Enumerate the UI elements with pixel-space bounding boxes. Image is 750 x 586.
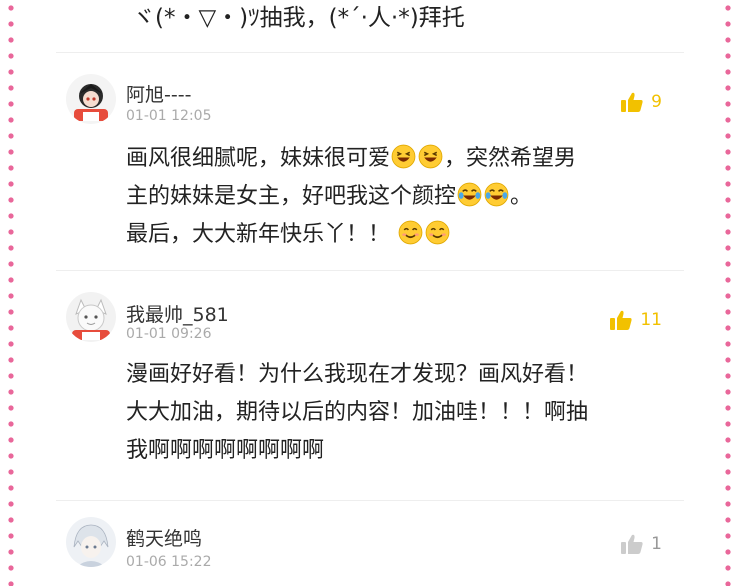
divider (56, 270, 684, 271)
username[interactable]: 阿旭---- (126, 80, 191, 107)
divider (56, 500, 684, 501)
comment-line: 我啊啊啊啊啊啊啊啊 (126, 438, 325, 463)
comment-text: 画风很细腻呢，妹妹很可爱 (126, 146, 391, 171)
smiling-emoji-icon (398, 220, 423, 245)
timestamp: 01-06 15:22 (126, 554, 212, 570)
laughing-emoji-icon (418, 144, 443, 169)
username[interactable]: 鹤天绝鸣 (126, 524, 202, 551)
comment-text: ，突然希望男 (444, 146, 577, 171)
comment-line: 最后，大大新年快乐丫！！ (126, 216, 656, 254)
username[interactable]: 我最帅_581 (126, 300, 229, 327)
comment-text: 。 (510, 184, 533, 209)
left-dotted-border (7, 0, 15, 586)
timestamp: 01-01 09:26 (126, 326, 212, 342)
like-count: 1 (651, 534, 662, 554)
comment-text: 最后，大大新年快乐丫！！ (126, 222, 391, 247)
previous-comment-text: ヾ(*・▽・)ﾂ抽我，(*´·人·*)拜托 (132, 5, 465, 31)
avatar[interactable] (66, 292, 116, 342)
comment-list: ヾ(*・▽・)ﾂ抽我，(*´·人·*)拜托 阿旭---- 01-01 12:05… (46, 0, 684, 586)
comment-text: 主的妹妹是女主，好吧我这个颜控 (126, 184, 457, 209)
thumbs-up-icon (621, 534, 643, 554)
comment-line: 画风很细腻呢，妹妹很可爱 ，突然希望男 (126, 140, 656, 178)
divider (56, 52, 684, 53)
like-button[interactable]: 1 (621, 534, 662, 554)
comment-line: 主的妹妹是女主，好吧我这个颜控 。 (126, 178, 656, 216)
avatar[interactable] (66, 74, 116, 124)
thumbs-up-icon (610, 310, 632, 330)
smiling-emoji-icon (425, 220, 450, 245)
thumbs-up-icon (621, 92, 643, 112)
like-button[interactable]: 11 (610, 310, 662, 330)
like-button[interactable]: 9 (621, 92, 662, 112)
comment-body: 漫画好好看！为什么我现在才发现？画风好看！ 大大加油，期待以后的内容！加油哇！！… (126, 356, 656, 470)
tears-of-joy-emoji-icon (457, 182, 482, 207)
like-count: 9 (651, 92, 662, 112)
comment-line: 大大加油，期待以后的内容！加油哇！！！啊抽 (126, 400, 589, 425)
tears-of-joy-emoji-icon (484, 182, 509, 207)
timestamp: 01-01 12:05 (126, 108, 212, 124)
comment-line: 漫画好好看！为什么我现在才发现？画风好看！ (126, 362, 589, 387)
right-dotted-border (724, 0, 732, 586)
comment-body: 画风很细腻呢，妹妹很可爱 ，突然希望男 主的妹妹是女主，好吧我这个颜控 。 最后，大… (126, 140, 656, 254)
like-count: 11 (640, 310, 662, 330)
avatar[interactable] (66, 517, 116, 567)
laughing-emoji-icon (391, 144, 416, 169)
